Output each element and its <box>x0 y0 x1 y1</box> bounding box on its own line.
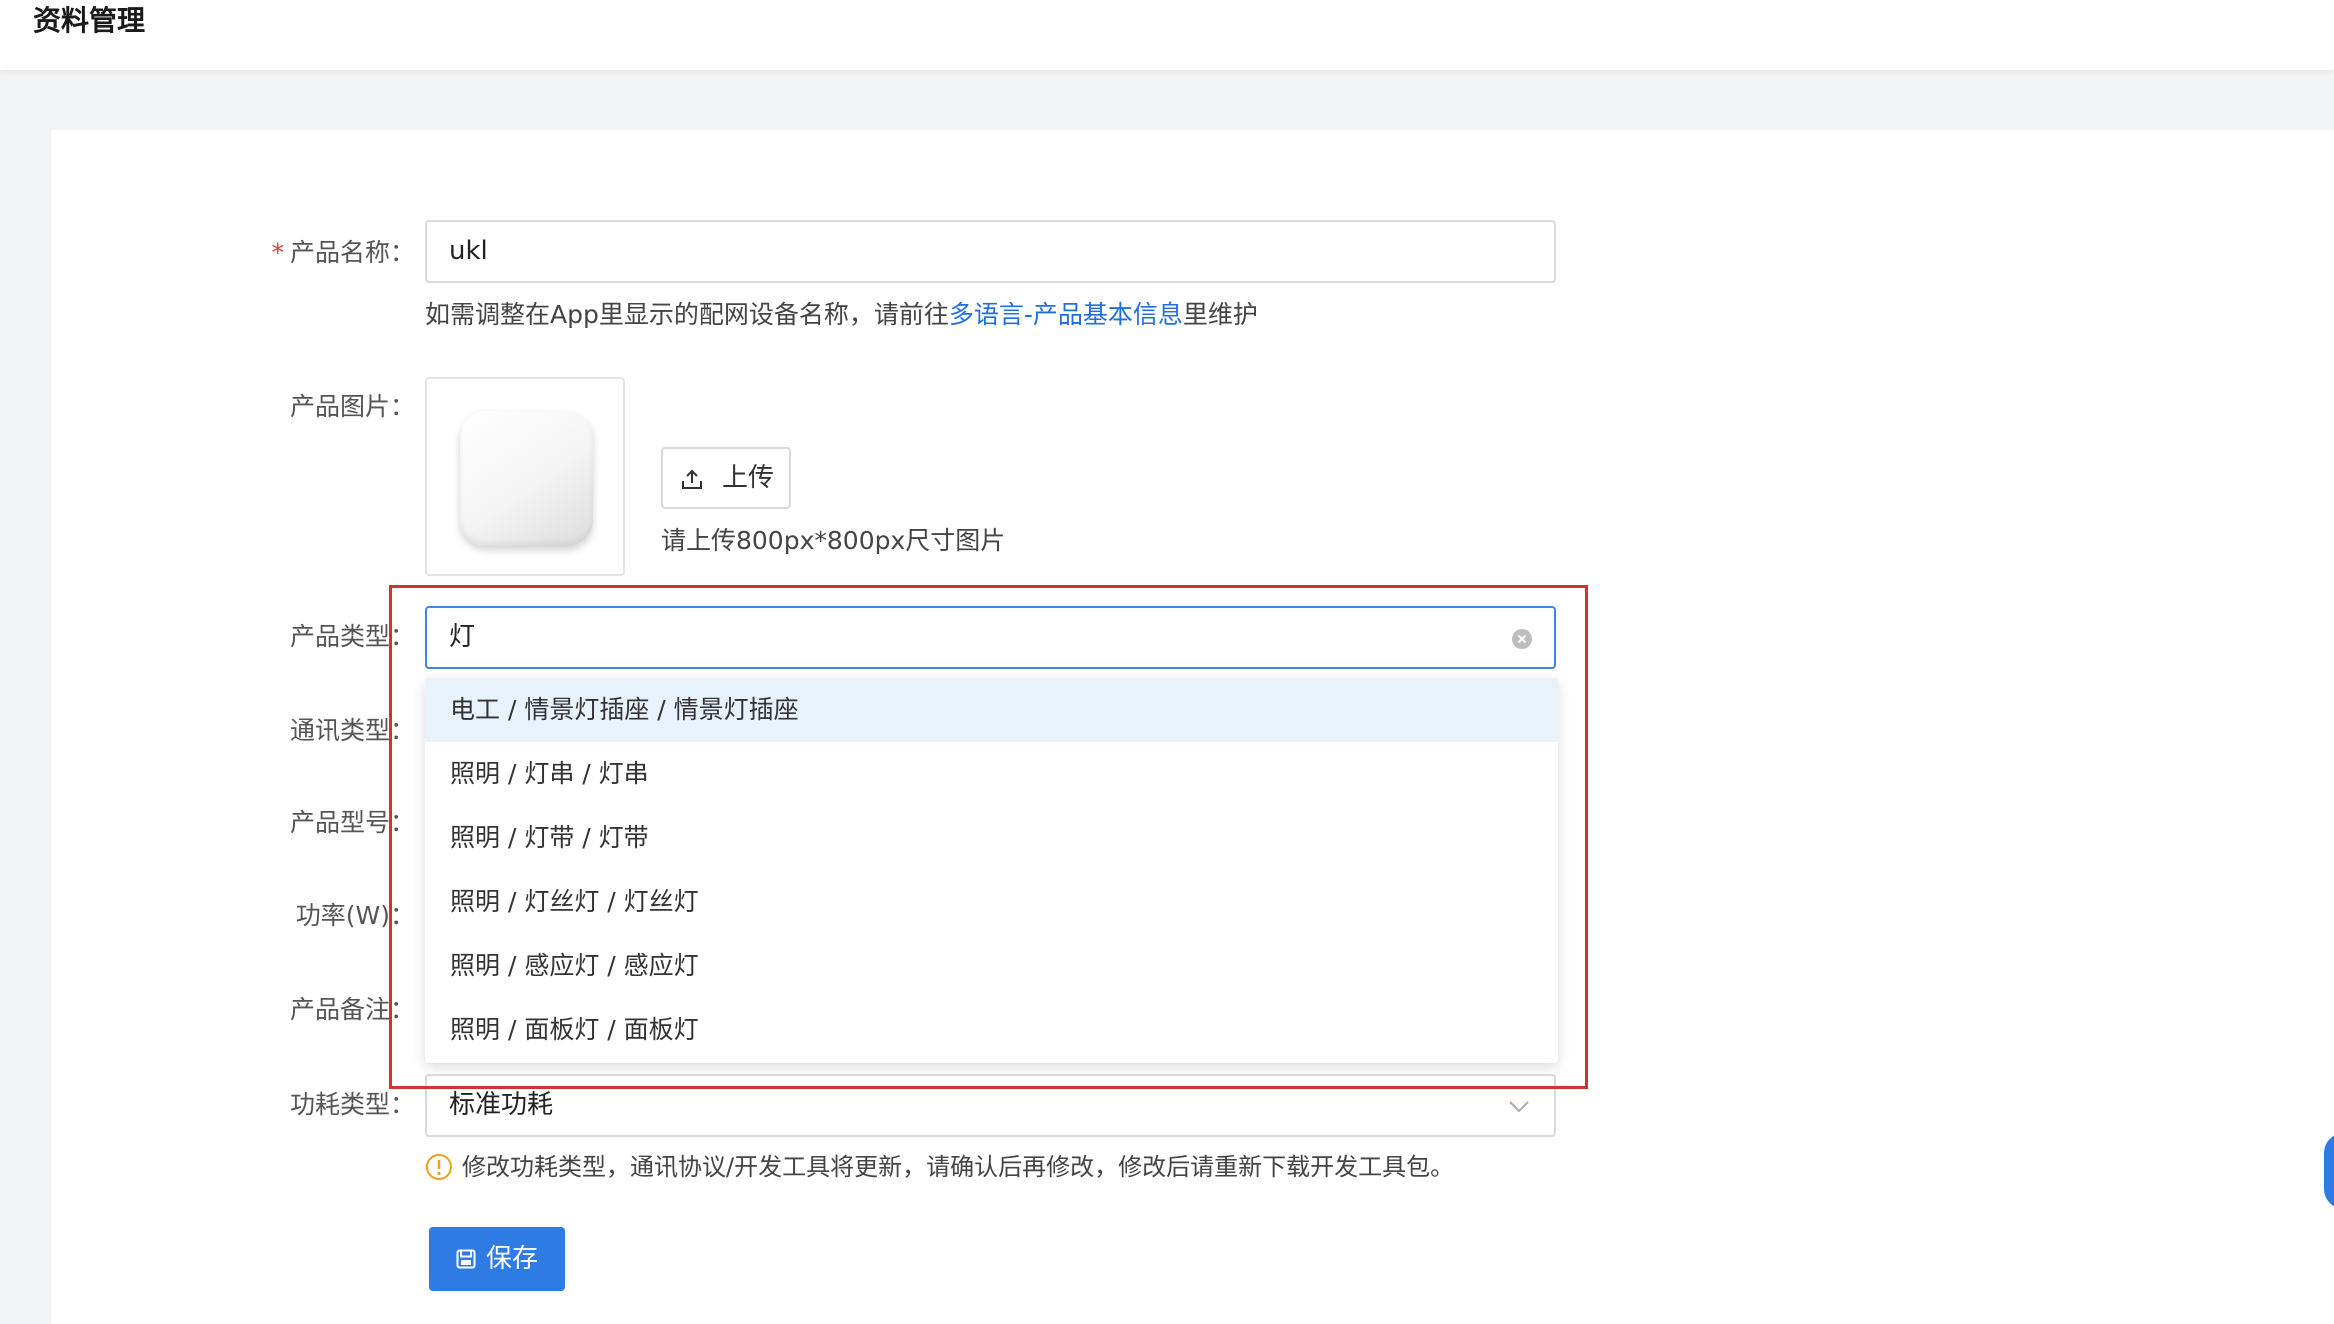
upload-button[interactable]: 上传 <box>661 447 791 509</box>
multilang-link[interactable]: 多语言-产品基本信息 <box>949 300 1183 329</box>
save-label: 保存 <box>486 1244 539 1274</box>
save-button[interactable]: 保存 <box>429 1227 565 1291</box>
power-label: 功率(W)： <box>295 901 415 930</box>
power-consumption-label: 功耗类型： <box>289 1090 415 1119</box>
remark-label: 产品备注： <box>289 995 415 1024</box>
product-model-label: 产品型号： <box>289 808 415 837</box>
hint-suffix: 里维护 <box>1182 300 1258 329</box>
product-type-label: 产品类型： <box>289 622 415 651</box>
product-name-hint: 如需调整在App里显示的配网设备名称，请前往多语言-产品基本信息里维护 <box>425 298 1258 332</box>
highlight-box <box>389 585 1588 1089</box>
product-image-label: 产品图片： <box>289 392 415 421</box>
power-consumption-value: 标准功耗 <box>449 1090 554 1120</box>
floating-help-button[interactable] <box>2324 1133 2334 1209</box>
power-warning-text: 修改功耗类型，通讯协议/开发工具将更新，请确认后再修改，修改后请重新下载开发工具… <box>462 1153 1455 1181</box>
product-name-input[interactable]: ukl <box>425 220 1556 283</box>
upload-hint: 请上传800px*800px尺寸图片 <box>661 526 1006 555</box>
product-name-value: ukl <box>449 236 488 266</box>
hint-prefix: 如需调整在App里显示的配网设备名称，请前往 <box>425 300 949 329</box>
chevron-down-icon <box>1509 1101 1529 1113</box>
upload-icon <box>682 469 702 489</box>
required-mark: * <box>271 238 284 267</box>
product-image-box[interactable] <box>425 377 625 576</box>
product-name-label-text: 产品名称： <box>289 238 415 267</box>
top-header: 资料管理 <box>0 0 2334 70</box>
warning-icon <box>426 1154 452 1180</box>
product-image <box>460 411 593 546</box>
product-name-label: * 产品名称： <box>55 236 415 270</box>
upload-label: 上传 <box>722 463 775 493</box>
page-title: 资料管理 <box>33 4 146 37</box>
comm-type-label: 通讯类型： <box>289 716 415 745</box>
save-icon <box>456 1249 476 1269</box>
